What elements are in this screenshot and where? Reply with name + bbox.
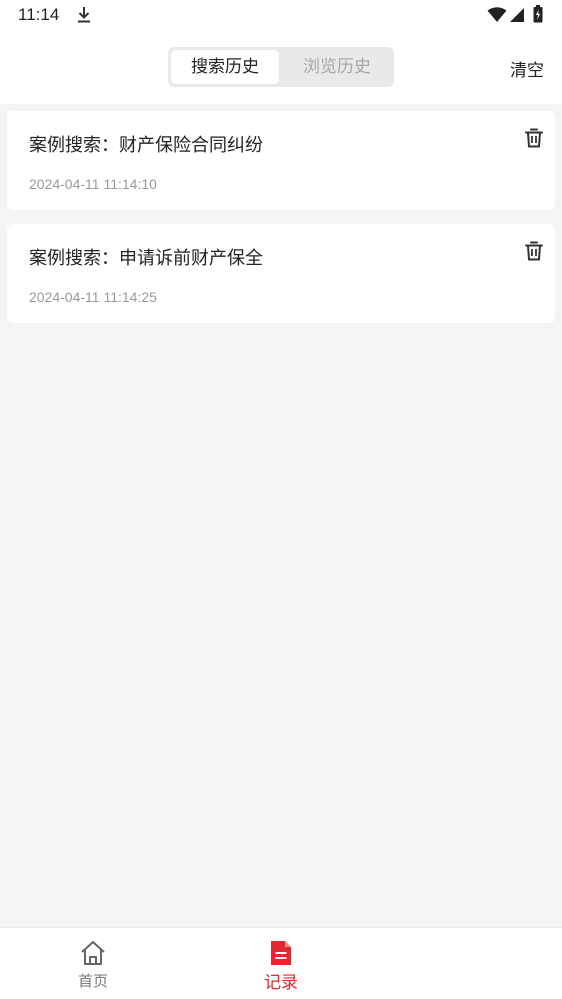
battery-icon xyxy=(533,5,543,23)
nav-label-home: 首页 xyxy=(77,972,108,990)
wifi-icon xyxy=(487,7,507,22)
trash-icon[interactable] xyxy=(525,241,543,261)
history-item-time: 2024-04-11 11:14:10 xyxy=(29,176,157,192)
history-item[interactable]: 案例搜索：财产保险合同纠纷 2024-04-11 11:14:10 xyxy=(7,111,555,210)
history-segment-control: 搜索历史 浏览历史 xyxy=(168,47,394,87)
home-icon xyxy=(81,941,105,965)
trash-icon[interactable] xyxy=(525,128,543,148)
history-item-title: 案例搜索：财产保险合同纠纷 xyxy=(29,135,263,156)
clear-button[interactable]: 清空 xyxy=(510,56,544,81)
nav-item-records[interactable]: 记录 xyxy=(221,928,341,999)
signal-icon xyxy=(510,8,524,22)
tab-search-history[interactable]: 搜索历史 xyxy=(171,50,279,84)
nav-label-records: 记录 xyxy=(264,973,298,993)
history-item-title: 案例搜索：申请诉前财产保全 xyxy=(29,248,263,269)
download-icon xyxy=(78,7,90,23)
tab-browse-history[interactable]: 浏览历史 xyxy=(283,50,391,84)
status-bar: 11:14 xyxy=(0,0,562,32)
bottom-nav: 首页 记录 xyxy=(0,927,562,999)
history-item[interactable]: 案例搜索：申请诉前财产保全 2024-04-11 11:14:25 xyxy=(7,224,555,323)
top-bar: 搜索历史 浏览历史 清空 xyxy=(0,32,562,104)
document-icon xyxy=(271,941,291,965)
status-time: 11:14 xyxy=(18,5,60,24)
history-item-time: 2024-04-11 11:14:25 xyxy=(29,289,157,305)
nav-item-home[interactable]: 首页 xyxy=(33,928,153,999)
